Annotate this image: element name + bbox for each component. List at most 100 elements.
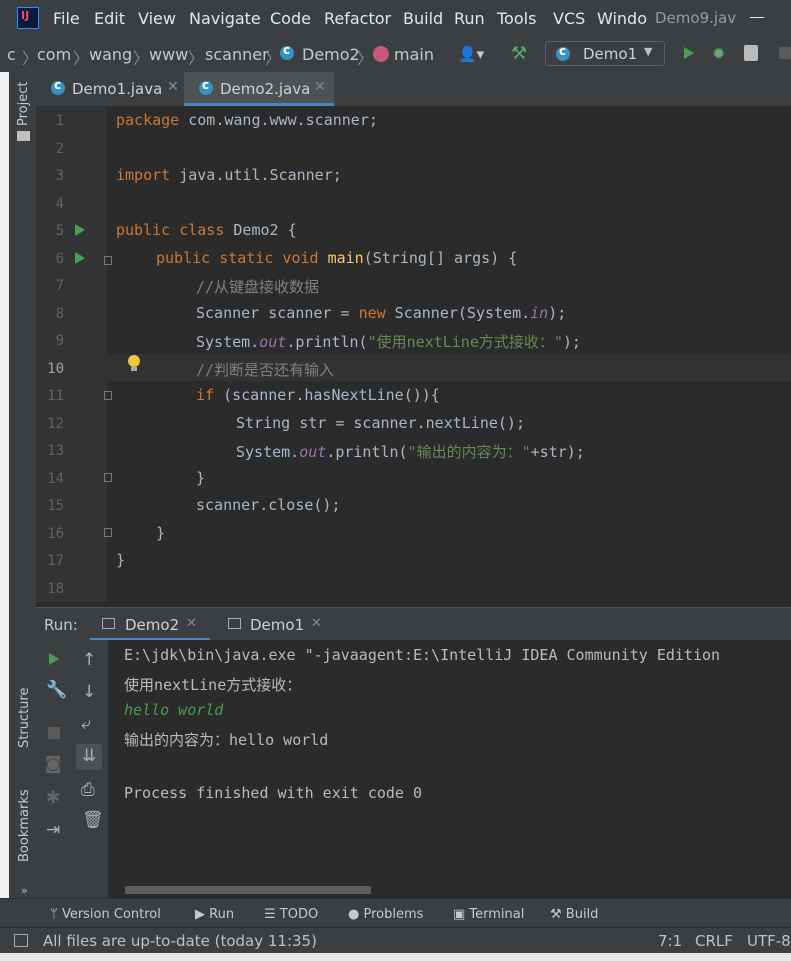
close-icon[interactable]: ✕: [167, 79, 179, 95]
chevron-right-icon: 〉: [73, 49, 90, 68]
fold-icon[interactable]: [104, 256, 112, 265]
line-number: 18: [47, 581, 64, 597]
arrow-up-icon[interactable]: ↑: [82, 650, 96, 670]
class-c-icon: [51, 78, 65, 95]
todo-tab[interactable]: ☰ TODO: [264, 907, 318, 922]
wrench-icon[interactable]: 🔧: [46, 680, 67, 700]
breadcrumb-item[interactable]: scanner: [205, 45, 269, 64]
debug-icon[interactable]: ✹: [712, 44, 725, 63]
menu-window[interactable]: Windo: [597, 9, 647, 28]
exit-icon[interactable]: ⇥: [46, 820, 60, 840]
user-icon[interactable]: 👤▾: [458, 45, 484, 63]
more-icon[interactable]: »: [21, 884, 28, 897]
menu-code[interactable]: Code: [270, 9, 311, 28]
scroll-end-icon[interactable]: ⇊: [76, 744, 102, 770]
problems-tab[interactable]: ● Problems: [348, 907, 423, 922]
tab-demo2[interactable]: Demo2.java ✕: [184, 72, 334, 106]
list-icon: ☰: [264, 907, 280, 922]
line-number: 3: [55, 168, 64, 184]
project-tool-button[interactable]: Project: [16, 82, 31, 126]
run-icon[interactable]: [684, 47, 694, 59]
line-number: 6: [55, 251, 64, 267]
line-number: 7: [55, 278, 64, 294]
tab-demo1[interactable]: Demo1.java ✕: [36, 72, 184, 106]
breadcrumb-item[interactable]: wang: [89, 45, 132, 64]
run-label: Run:: [44, 616, 78, 634]
close-icon[interactable]: ✕: [186, 616, 197, 631]
fold-icon[interactable]: [104, 528, 112, 537]
run-panel-header: Run: Demo2 ✕ Demo1 ✕: [36, 607, 791, 641]
run-class-icon[interactable]: [75, 224, 85, 236]
camera-icon[interactable]: ◙: [45, 754, 62, 774]
line-separator[interactable]: CRLF: [695, 932, 733, 950]
run-tab-demo2[interactable]: Demo2 ✕: [90, 608, 210, 641]
bookmarks-tool-button[interactable]: Bookmarks: [17, 789, 32, 862]
line-number: 16: [47, 526, 64, 542]
run-main-icon[interactable]: [75, 252, 85, 264]
menu-refactor[interactable]: Refactor: [324, 9, 391, 28]
run-tab-label: Demo1: [250, 616, 305, 634]
print-icon[interactable]: ⎙: [81, 780, 95, 800]
breadcrumb-item[interactable]: c: [7, 45, 16, 64]
menu-vcs[interactable]: VCS: [553, 9, 585, 28]
console-line: 使用nextLine方式接收：: [124, 676, 302, 694]
tool-window-bar: ᛘ Version Control ▶ Run ☰ TODO ● Problem…: [0, 898, 791, 928]
panel-toggle-icon[interactable]: [14, 934, 28, 947]
soft-wrap-icon[interactable]: ⤶: [81, 714, 91, 734]
console-line: E:\jdk\bin\java.exe "-javaagent:E:\Intel…: [124, 646, 721, 664]
build-tab[interactable]: ⚒ Build: [550, 907, 598, 922]
stop-icon[interactable]: [48, 727, 60, 739]
menu-tools[interactable]: Tools: [497, 9, 536, 28]
lightbulb-icon[interactable]: [128, 355, 140, 371]
close-icon[interactable]: ✕: [314, 79, 326, 95]
terminal-tab[interactable]: ▣ Terminal: [453, 907, 524, 922]
structure-tool-button[interactable]: Structure: [17, 688, 32, 748]
cursor-position[interactable]: 7:1: [658, 932, 682, 950]
menu-edit[interactable]: Edit: [94, 9, 125, 28]
line-number: 15: [47, 498, 64, 514]
stop-icon[interactable]: [779, 47, 791, 59]
line-number: 11: [47, 388, 64, 404]
breadcrumb-item[interactable]: main: [394, 45, 434, 64]
file-encoding[interactable]: UTF-8: [747, 932, 791, 950]
console-line: 输出的内容为：hello world: [124, 731, 329, 749]
minimize-button[interactable]: [750, 17, 764, 18]
left-window-edge: [0, 72, 9, 927]
fold-icon[interactable]: [104, 391, 112, 400]
console-line: Process finished with exit code 0: [124, 784, 423, 802]
menu-view[interactable]: View: [138, 9, 176, 28]
menu-build[interactable]: Build: [403, 9, 443, 28]
settings-icon[interactable]: ✱: [46, 788, 60, 808]
rerun-icon[interactable]: [49, 653, 59, 665]
code-comment: //从键盘接收数据: [196, 278, 320, 296]
breadcrumb-item[interactable]: com: [37, 45, 71, 64]
trash-icon[interactable]: 🗑: [82, 810, 104, 830]
hammer-icon[interactable]: ⚒: [511, 43, 527, 64]
close-icon[interactable]: ✕: [311, 616, 322, 631]
code-line: }: [116, 551, 126, 569]
run-tab-demo1[interactable]: Demo1 ✕: [216, 608, 336, 641]
run-config-label: Demo1: [583, 45, 638, 63]
menu-run[interactable]: Run: [454, 9, 485, 28]
terminal-icon: ▣: [453, 907, 470, 922]
editor-tabs: Demo1.java ✕ Demo2.java ✕: [36, 72, 791, 107]
horizontal-scrollbar[interactable]: [125, 886, 371, 894]
code-line: package com.wang.www.scanner;: [116, 111, 378, 129]
version-control-tab[interactable]: ᛘ Version Control: [50, 907, 161, 922]
code-line: if (scanner.hasNextLine()){: [196, 386, 440, 404]
arrow-down-icon[interactable]: ↓: [82, 682, 96, 702]
coverage-icon[interactable]: [744, 45, 758, 61]
run-tab[interactable]: ▶ Run: [195, 907, 234, 922]
hammer-icon: ⚒: [550, 907, 566, 922]
fold-icon[interactable]: [104, 473, 112, 482]
menu-navigate[interactable]: Navigate: [189, 9, 261, 28]
run-small-icon: ▶: [195, 907, 210, 922]
breadcrumb-item[interactable]: Demo2: [302, 45, 360, 64]
run-config-select[interactable]: Demo1 ▼: [545, 41, 665, 66]
breadcrumb-item[interactable]: www: [149, 45, 188, 64]
menu-file[interactable]: File: [53, 9, 80, 28]
code-line: String str = scanner.nextLine();: [236, 414, 525, 432]
code-line: public class Demo2 {: [116, 221, 297, 239]
tab-label: Demo1.java: [72, 80, 163, 98]
code-comment: //判断是否还有输入: [196, 361, 335, 379]
